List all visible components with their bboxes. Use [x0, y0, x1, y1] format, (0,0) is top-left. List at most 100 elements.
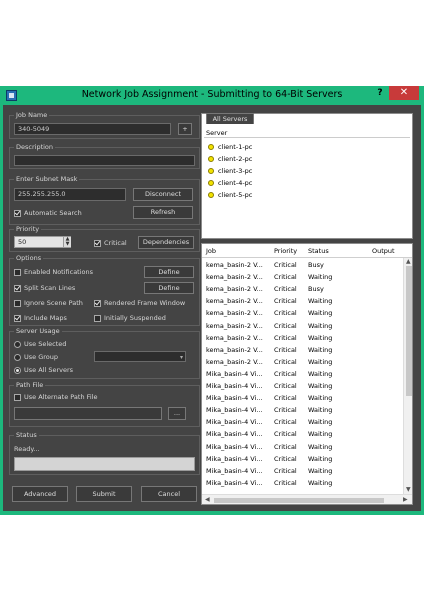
- define-split-scan-button[interactable]: Define: [144, 282, 194, 294]
- scroll-up-icon[interactable]: ▲: [406, 258, 411, 265]
- priority-down-icon[interactable]: ▼: [63, 242, 71, 247]
- job-row[interactable]: Mika_basin-4 Vi... Critical Waiting: [202, 392, 405, 404]
- job-status-cell: Waiting: [308, 454, 333, 463]
- jobs-vertical-scrollbar[interactable]: ▲ ▼: [403, 258, 412, 494]
- output-column-header[interactable]: Output: [372, 244, 395, 258]
- use-group-radio[interactable]: Use Group: [14, 353, 58, 361]
- browse-path-button[interactable]: ...: [168, 407, 186, 420]
- job-priority-cell: Critical: [274, 418, 297, 427]
- status-column-header[interactable]: Status: [308, 244, 329, 258]
- job-row[interactable]: Mika_basin-4 Vi... Critical Waiting: [202, 465, 405, 477]
- job-priority-cell: Critical: [274, 345, 297, 354]
- refresh-button[interactable]: Refresh: [133, 206, 193, 219]
- options-group: Options Enabled Notifications Define Spl…: [9, 254, 200, 326]
- ignore-scene-path-check-icon: [14, 299, 21, 307]
- rendered-frame-window-label: Rendered Frame Window: [104, 299, 186, 307]
- status-text: Ready...: [14, 445, 40, 453]
- ignore-scene-path-checkbox[interactable]: Ignore Scene Path: [14, 299, 83, 307]
- priority-column-header[interactable]: Priority: [274, 244, 297, 258]
- title-bar[interactable]: Network Job Assignment - Submitting to 6…: [0, 86, 424, 105]
- server-group-dropdown[interactable]: ▾: [94, 351, 186, 362]
- critical-checkbox[interactable]: Critical: [94, 239, 127, 247]
- automatic-search-checkbox[interactable]: Automatic Search: [14, 209, 82, 217]
- dialog-body: Job Name 340-5049 + Description Enter Su…: [3, 105, 421, 511]
- server-status-icon: [208, 168, 214, 174]
- include-maps-checkbox[interactable]: Include Maps: [14, 314, 67, 322]
- job-row[interactable]: kema_basin-2 V... Critical Waiting: [202, 271, 405, 283]
- tab-all-servers[interactable]: All Servers: [206, 113, 254, 124]
- job-row[interactable]: Mika_basin-4 Vi... Critical Waiting: [202, 441, 405, 453]
- job-job-cell: kema_basin-2 V...: [206, 345, 263, 354]
- split-scan-lines-checkbox[interactable]: Split Scan Lines: [14, 284, 75, 292]
- job-status-cell: Waiting: [308, 321, 333, 330]
- server-list-item[interactable]: client-1-pc: [208, 142, 252, 152]
- job-row[interactable]: kema_basin-2 V... Critical Waiting: [202, 344, 405, 356]
- server-status-icon: [208, 144, 214, 150]
- vertical-scroll-thumb[interactable]: [406, 266, 412, 396]
- scroll-right-icon[interactable]: ▶: [403, 496, 408, 503]
- server-name: client-4-pc: [218, 179, 253, 187]
- enabled-notifications-checkbox[interactable]: Enabled Notifications: [14, 268, 93, 276]
- job-row[interactable]: kema_basin-2 V... Critical Waiting: [202, 295, 405, 307]
- ignore-scene-path-label: Ignore Scene Path: [24, 299, 83, 307]
- server-list-item[interactable]: client-4-pc: [208, 178, 252, 188]
- job-column-header[interactable]: Job: [206, 244, 216, 258]
- job-job-cell: kema_basin-2 V...: [206, 357, 263, 366]
- job-name-input[interactable]: 340-5049: [14, 123, 171, 135]
- define-notifications-button[interactable]: Define: [144, 266, 194, 278]
- use-alternate-path-checkbox[interactable]: Use Alternate Path File: [14, 393, 98, 401]
- automatic-search-check-icon: [14, 209, 21, 217]
- job-status-cell: Waiting: [308, 478, 333, 487]
- server-column-header[interactable]: Server: [204, 128, 410, 138]
- job-row[interactable]: Mika_basin-4 Vi... Critical Waiting: [202, 368, 405, 380]
- job-row[interactable]: Mika_basin-4 Vi... Critical Waiting: [202, 416, 405, 428]
- job-row[interactable]: kema_basin-2 V... Critical Waiting: [202, 320, 405, 332]
- job-priority-cell: Critical: [274, 273, 297, 282]
- horizontal-scroll-thumb[interactable]: [214, 498, 384, 503]
- jobs-horizontal-scrollbar[interactable]: ◀ ▶: [202, 494, 412, 504]
- close-button[interactable]: ✕: [389, 86, 419, 100]
- scroll-down-icon[interactable]: ▼: [406, 486, 411, 493]
- initially-suspended-check-icon: [94, 314, 101, 322]
- job-row[interactable]: Mika_basin-4 Vi... Critical Waiting: [202, 477, 405, 489]
- job-status-cell: Waiting: [308, 369, 333, 378]
- job-job-cell: kema_basin-2 V...: [206, 273, 263, 282]
- job-row[interactable]: Mika_basin-4 Vi... Critical Waiting: [202, 404, 405, 416]
- description-label: Description: [14, 143, 56, 151]
- job-row[interactable]: kema_basin-2 V... Critical Busy: [202, 259, 405, 271]
- priority-group: Priority 50 ▲ ▼ Critical Dependencies: [9, 225, 200, 252]
- server-name: client-3-pc: [218, 167, 253, 175]
- submit-button[interactable]: Submit: [76, 486, 132, 502]
- use-alternate-path-check-icon: [14, 393, 21, 401]
- use-all-servers-radio[interactable]: Use All Servers: [14, 366, 73, 374]
- job-status-cell: Waiting: [308, 273, 333, 282]
- job-row[interactable]: Mika_basin-4 Vi... Critical Waiting: [202, 428, 405, 440]
- help-button[interactable]: ?: [372, 86, 388, 100]
- job-row[interactable]: kema_basin-2 V... Critical Busy: [202, 283, 405, 295]
- split-scan-lines-check-icon: [14, 284, 21, 292]
- subnet-group: Enter Subnet Mask 255.255.255.0 Disconne…: [9, 175, 200, 225]
- use-selected-radio[interactable]: Use Selected: [14, 340, 66, 348]
- job-row[interactable]: kema_basin-2 V... Critical Waiting: [202, 332, 405, 344]
- dependencies-button[interactable]: Dependencies: [138, 236, 194, 249]
- path-file-input[interactable]: [14, 407, 162, 420]
- server-list-item[interactable]: client-5-pc: [208, 190, 252, 200]
- description-input[interactable]: [14, 155, 195, 166]
- subnet-mask-input[interactable]: 255.255.255.0: [14, 188, 126, 201]
- cancel-button[interactable]: Cancel: [141, 486, 197, 502]
- scroll-left-icon[interactable]: ◀: [205, 496, 210, 503]
- job-job-cell: Mika_basin-4 Vi...: [206, 442, 263, 451]
- initially-suspended-checkbox[interactable]: Initially Suspended: [94, 314, 166, 322]
- server-list-item[interactable]: client-3-pc: [208, 166, 252, 176]
- advanced-button[interactable]: Advanced: [12, 486, 68, 502]
- use-all-servers-radio-icon: [14, 366, 21, 374]
- disconnect-button[interactable]: Disconnect: [133, 188, 193, 201]
- job-row[interactable]: kema_basin-2 V... Critical Waiting: [202, 307, 405, 319]
- rendered-frame-window-checkbox[interactable]: Rendered Frame Window: [94, 299, 185, 307]
- job-name-increment-button[interactable]: +: [178, 123, 192, 135]
- job-row[interactable]: Mika_basin-4 Vi... Critical Waiting: [202, 453, 405, 465]
- use-selected-radio-icon: [14, 340, 21, 348]
- job-row[interactable]: kema_basin-2 V... Critical Waiting: [202, 356, 405, 368]
- server-list-item[interactable]: client-2-pc: [208, 154, 252, 164]
- job-row[interactable]: Mika_basin-4 Vi... Critical Waiting: [202, 380, 405, 392]
